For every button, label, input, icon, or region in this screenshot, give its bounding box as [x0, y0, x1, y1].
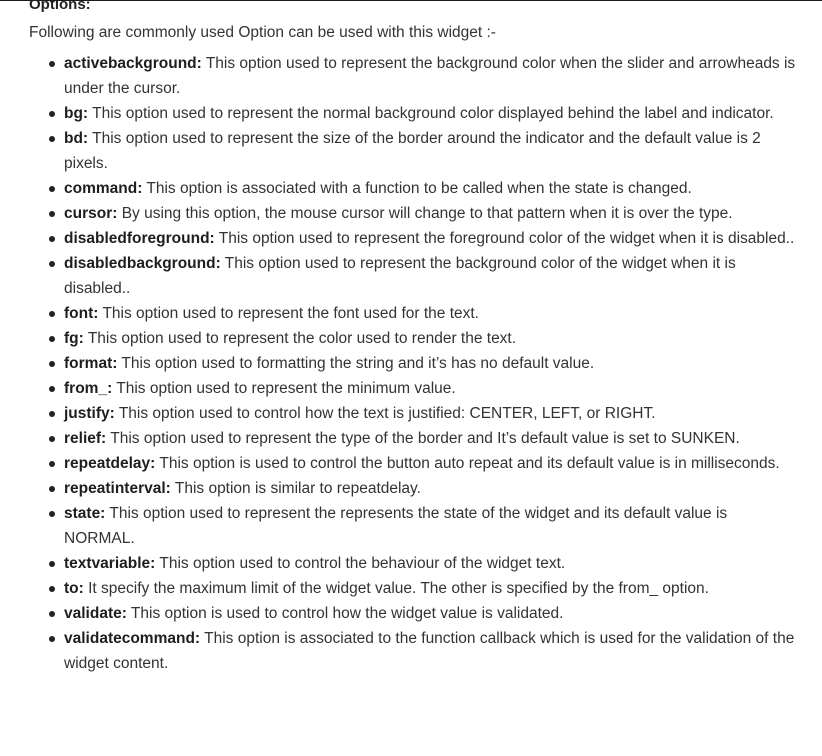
option-term: font:: [64, 305, 99, 322]
option-term: format:: [64, 355, 118, 372]
option-description: This option used to control the behaviou…: [155, 555, 566, 572]
option-item: bg: This option used to represent the no…: [29, 101, 799, 126]
option-description: This option used to represent the color …: [83, 330, 517, 347]
option-term: bd:: [64, 130, 89, 147]
option-description: This option is used to control the butto…: [155, 455, 780, 472]
option-description: This option used to represent the repres…: [64, 505, 728, 547]
option-description: This option used to formatting the strin…: [117, 355, 595, 372]
option-description: This option is associated with a functio…: [142, 180, 692, 197]
option-description: This option used to represent the normal…: [88, 105, 774, 122]
option-item: fg: This option used to represent the co…: [29, 326, 799, 351]
option-item: justify: This option used to control how…: [29, 401, 799, 426]
option-item: bd: This option used to represent the si…: [29, 126, 799, 176]
option-term: to:: [64, 580, 84, 597]
option-item: disabledforeground: This option used to …: [29, 226, 799, 251]
option-term: state:: [64, 505, 106, 522]
option-term: fg:: [64, 330, 84, 347]
option-item: font: This option used to represent the …: [29, 301, 799, 326]
option-item: state: This option used to represent the…: [29, 501, 799, 551]
option-description: This option is similar to repeatdelay.: [170, 480, 421, 497]
option-item: cursor: By using this option, the mouse …: [29, 201, 799, 226]
option-description: This option is used to control how the w…: [126, 605, 564, 622]
option-term: disabledforeground:: [64, 230, 215, 247]
option-term: validatecommand:: [64, 630, 201, 647]
option-term: bg:: [64, 105, 89, 122]
option-item: validatecommand: This option is associat…: [29, 626, 799, 676]
option-description: This option used to represent the minimu…: [112, 380, 456, 397]
option-term: cursor:: [64, 205, 118, 222]
options-heading: Options:: [29, 0, 91, 13]
option-item: command: This option is associated with …: [29, 176, 799, 201]
option-term: command:: [64, 180, 143, 197]
option-description: It specify the maximum limit of the widg…: [83, 580, 709, 597]
option-item: validate: This option is used to control…: [29, 601, 799, 626]
option-term: repeatinterval:: [64, 480, 171, 497]
intro-paragraph: Following are commonly used Option can b…: [29, 24, 496, 41]
option-description: By using this option, the mouse cursor w…: [117, 205, 733, 222]
option-term: disabledbackground:: [64, 255, 221, 272]
option-description: This option used to represent the size o…: [64, 130, 761, 172]
option-term: relief:: [64, 430, 107, 447]
option-term: justify:: [64, 405, 115, 422]
option-term: validate:: [64, 605, 127, 622]
option-item: textvariable: This option used to contro…: [29, 551, 799, 576]
article-content: Options: Following are commonly used Opt…: [29, 0, 799, 676]
option-description: This option used to control how the text…: [114, 405, 656, 422]
option-item: repeatdelay: This option is used to cont…: [29, 451, 799, 476]
option-item: to: It specify the maximum limit of the …: [29, 576, 799, 601]
option-term: textvariable:: [64, 555, 156, 572]
option-item: from_: This option used to represent the…: [29, 376, 799, 401]
option-item: repeatinterval: This option is similar t…: [29, 476, 799, 501]
option-item: relief: This option used to represent th…: [29, 426, 799, 451]
option-term: repeatdelay:: [64, 455, 156, 472]
option-description: This option used to represent the foregr…: [214, 230, 795, 247]
option-description: This option used to represent the font u…: [98, 305, 479, 322]
option-item: activebackground: This option used to re…: [29, 51, 799, 101]
option-term: from_:: [64, 380, 113, 397]
option-item: format: This option used to formatting t…: [29, 351, 799, 376]
option-item: disabledbackground: This option used to …: [29, 251, 799, 301]
option-term: activebackground:: [64, 55, 202, 72]
options-list: activebackground: This option used to re…: [29, 51, 799, 676]
option-description: This option used to represent the type o…: [106, 430, 740, 447]
